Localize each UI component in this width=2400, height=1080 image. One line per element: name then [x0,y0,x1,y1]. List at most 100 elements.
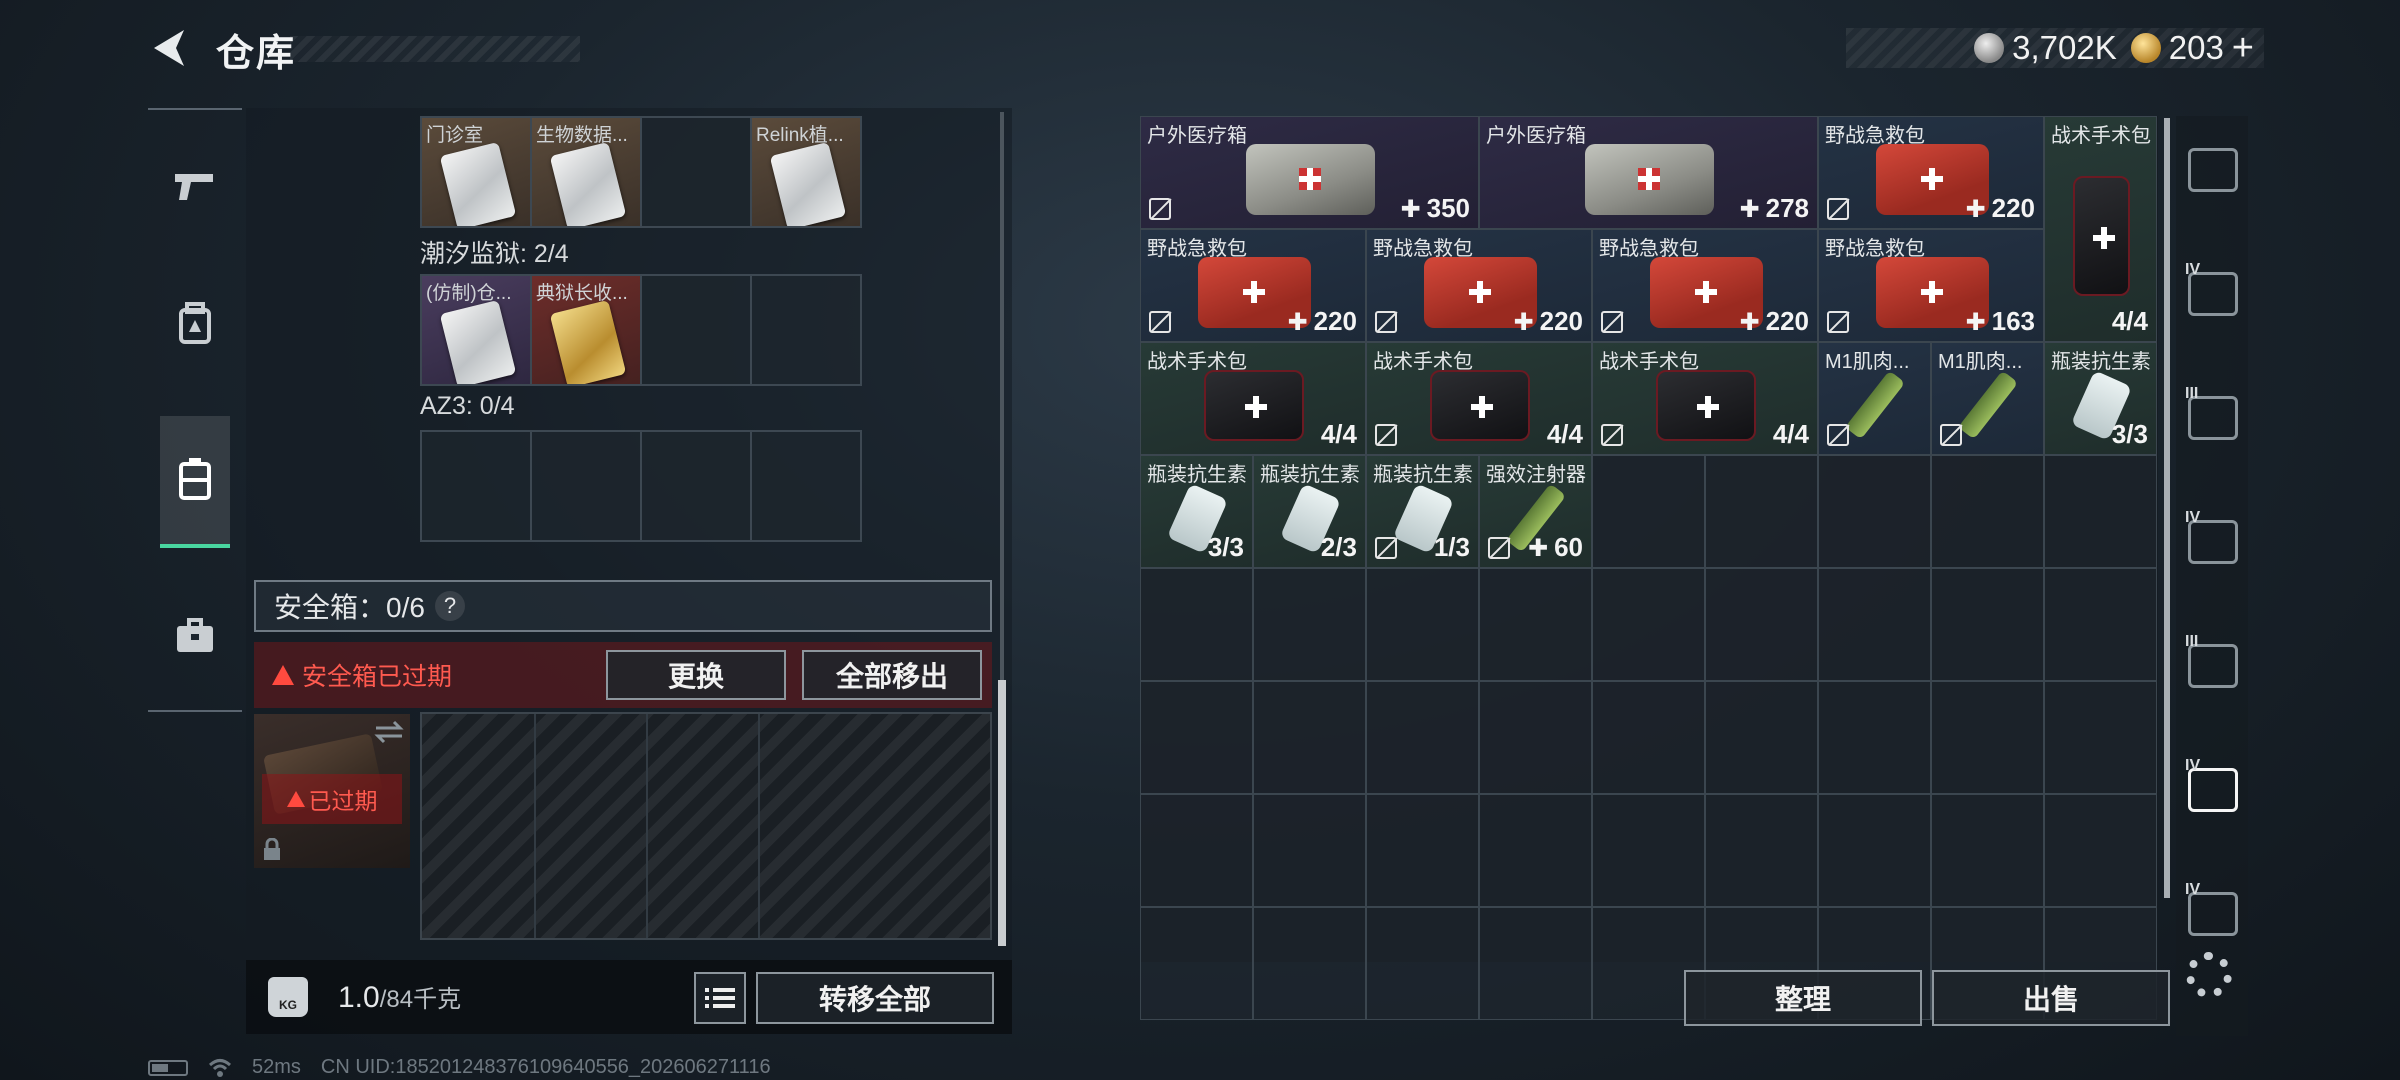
list-view-button[interactable] [694,972,746,1024]
stash-empty-cell[interactable] [2044,681,2157,794]
stash-empty-cell[interactable] [1705,794,1818,907]
stash-item[interactable]: 野战急救包 ✚ 220 [1818,116,2044,229]
stash-empty-cell[interactable] [1253,568,1366,681]
item-slot-empty[interactable] [640,116,752,228]
stash-empty-cell[interactable] [1592,681,1705,794]
stash-empty-cell[interactable] [1592,455,1705,568]
rail-container[interactable] [160,416,230,548]
stash-empty-cell[interactable] [1931,681,2044,794]
panel-scrollbar-thumb[interactable] [998,680,1006,946]
stash-empty-cell[interactable] [1818,681,1931,794]
stash-empty-cell[interactable] [1479,907,1592,1020]
stash-empty-cell[interactable] [1931,794,2044,907]
stash-empty-cell[interactable] [1705,681,1818,794]
no-trade-icon [1827,198,1849,220]
stash-item[interactable]: 瓶装抗生素 3/3 [2044,342,2157,455]
stash-empty-cell[interactable] [1818,568,1931,681]
safebox-grid[interactable] [420,712,992,940]
surgical-kit-icon [1656,370,1756,441]
stash-empty-cell[interactable] [1253,907,1366,1020]
stash-empty-cell[interactable] [2044,455,2157,568]
stash-empty-cell[interactable] [1366,794,1479,907]
rail-backpack[interactable] [160,258,230,390]
stash-item[interactable]: 战术手术包 4/4 [1592,342,1818,455]
stash-scrollbar[interactable] [2164,118,2170,898]
rig-iii-icon[interactable]: III [2185,633,2238,688]
back-button[interactable] [148,26,192,70]
stash-item[interactable]: 野战急救包 ✚ 163 [1818,229,2044,342]
rail-weapon[interactable] [160,120,230,252]
stash-item[interactable]: 瓶装抗生素 2/3 [1253,455,1366,568]
stash-empty-cell[interactable] [1705,455,1818,568]
safebox-thumbnail[interactable]: 已过期 [254,714,410,868]
stash-item[interactable]: 户外医疗箱 ✚ 278 [1479,116,1818,229]
transfer-all-button[interactable]: 转移全部 [756,972,994,1024]
stash-item[interactable]: 户外医疗箱 ✚ 350 [1140,116,1479,229]
stash-item[interactable]: 战术手术包 4/4 [1366,342,1592,455]
stash-empty-cell[interactable] [1479,681,1592,794]
item-slot-empty[interactable] [640,274,752,386]
item-slot-empty[interactable] [530,430,642,542]
sort-button[interactable]: 整理 [1684,970,1922,1026]
stash-item[interactable]: 野战急救包 ✚ 220 [1140,229,1366,342]
swap-icon[interactable] [374,720,404,744]
stash-item[interactable]: 战术手术包 4/4 [2044,116,2157,342]
case-iv-icon[interactable]: IV [2185,881,2238,936]
item-slot[interactable]: Relink植... [750,116,862,228]
armor-iv-icon[interactable]: IV [2185,261,2238,316]
stash-item-count-value: 3/3 [2111,419,2148,449]
stash-empty-cell[interactable] [1140,907,1253,1020]
item-slot[interactable]: 生物数据... [530,116,642,228]
stash-empty-cell[interactable] [1818,794,1931,907]
item-slot-empty[interactable] [420,430,532,542]
stash-empty-cell[interactable] [1253,794,1366,907]
sell-button[interactable]: 出售 [1932,970,2170,1026]
item-slot[interactable]: (仿制)仓... [420,274,532,386]
stash-item[interactable]: 强效注射器 ✚ 60 [1479,455,1592,568]
stash-item[interactable]: 瓶装抗生素 3/3 [1140,455,1253,568]
add-gold-icon[interactable]: + [2232,27,2254,70]
no-trade-icon [1601,424,1623,446]
stash-empty-cell[interactable] [2044,794,2157,907]
rail-toolbox[interactable] [160,570,230,702]
stash-empty-cell[interactable] [1140,568,1253,681]
help-icon[interactable]: ? [434,591,465,621]
stash-item-count-value: 350 [1426,193,1470,223]
item-slot-empty[interactable] [750,274,862,386]
item-slot[interactable]: 门诊室 [420,116,532,228]
stash-empty-cell[interactable] [2044,568,2157,681]
remove-all-button[interactable]: 全部移出 [802,650,982,700]
medkit-iv-icon[interactable]: IV [2185,757,2238,812]
stash-empty-cell[interactable] [1366,568,1479,681]
stash-empty-cell[interactable] [1479,568,1592,681]
item-slot-empty[interactable] [640,430,752,542]
stash-item[interactable]: 野战急救包 ✚ 220 [1366,229,1592,342]
stash-item[interactable]: 战术手术包 4/4 [1140,342,1366,455]
stash-empty-cell[interactable] [1818,455,1931,568]
stash-empty-cell[interactable] [1366,907,1479,1020]
helmet-icon[interactable] [2188,148,2238,192]
stash-empty-cell[interactable] [1931,455,2044,568]
item-slot[interactable]: 典狱长收... [530,274,642,386]
stash-item[interactable]: 野战急救包 ✚ 220 [1592,229,1818,342]
stash-item[interactable]: M1肌肉... [1931,342,2044,455]
stash-item[interactable]: 瓶装抗生素 1/3 [1366,455,1479,568]
stash-empty-cell[interactable] [1705,568,1818,681]
stash-empty-cell[interactable] [1140,794,1253,907]
stash-empty-cell[interactable] [1592,794,1705,907]
gold-currency[interactable]: 203 + [2130,27,2254,70]
replace-button[interactable]: 更换 [606,650,786,700]
stash-empty-cell[interactable] [1592,568,1705,681]
armor-iv-2-icon[interactable]: IV [2185,509,2238,564]
stash-empty-cell[interactable] [1931,568,2044,681]
armor-iii-icon[interactable]: III [2185,385,2238,440]
stash-item[interactable]: M1肌肉... [1818,342,1931,455]
stash-item-name: 瓶装抗生素 [1373,464,1473,486]
stash-item-name: 强效注射器 [1486,464,1586,486]
item-slot-empty[interactable] [750,430,862,542]
stash-empty-cell[interactable] [1253,681,1366,794]
stash-empty-cell[interactable] [1479,794,1592,907]
stash-empty-cell[interactable] [1366,681,1479,794]
settings-gear-icon[interactable] [2186,952,2232,998]
stash-empty-cell[interactable] [1140,681,1253,794]
